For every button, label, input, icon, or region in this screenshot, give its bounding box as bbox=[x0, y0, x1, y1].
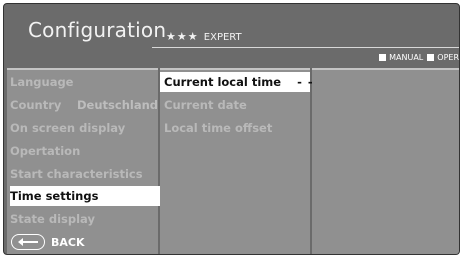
menu-item-label: Start characteristics bbox=[10, 167, 143, 181]
configuration-screen: Configuration ★★★ EXPERT MANUAL OPER Lan… bbox=[3, 3, 460, 255]
sub-menu-panel: Current local time - -:- - Current date … bbox=[160, 68, 335, 254]
back-label: BACK bbox=[51, 235, 85, 249]
menu-item-opertation[interactable]: Opertation bbox=[10, 141, 160, 161]
star-rating-icon: ★★★ bbox=[166, 30, 199, 43]
oper-square-icon bbox=[427, 53, 435, 61]
manual-label: MANUAL bbox=[389, 52, 424, 62]
user-level: ★★★ EXPERT bbox=[166, 30, 242, 43]
submenu-item-label: Current local time bbox=[164, 75, 282, 89]
menu-item-label: On screen display bbox=[10, 121, 126, 135]
menu-item-label: Opertation bbox=[10, 144, 81, 158]
submenu-item-current-local-time[interactable]: Current local time - -:- - bbox=[160, 72, 335, 92]
menu-item-language[interactable]: Language bbox=[10, 72, 160, 92]
menu-item-label: State display bbox=[10, 212, 95, 226]
menu-item-country[interactable]: Country Deutschland bbox=[10, 95, 160, 115]
menu-item-label: Time settings bbox=[10, 189, 99, 203]
main-menu-panel: Language Country Deutschland On screen d… bbox=[7, 68, 160, 254]
menu-item-on-screen-display[interactable]: On screen display bbox=[10, 118, 160, 138]
menu-item-start-characteristics[interactable]: Start characteristics bbox=[10, 164, 160, 184]
mode-bar: MANUAL OPER bbox=[375, 51, 459, 63]
menu-item-label: Language bbox=[10, 75, 74, 89]
manual-square-icon bbox=[379, 53, 387, 61]
menu-item-time-settings[interactable]: Time settings bbox=[10, 186, 160, 206]
oper-label: OPER bbox=[437, 52, 459, 62]
submenu-item-label: Local time offset bbox=[164, 121, 273, 135]
submenu-item-current-date[interactable]: Current date bbox=[160, 95, 310, 115]
submenu-item-local-time-offset[interactable]: Local time offset bbox=[160, 118, 310, 138]
page-title: Configuration bbox=[28, 18, 167, 42]
detail-panel bbox=[312, 68, 459, 254]
back-button[interactable]: BACK bbox=[11, 234, 85, 250]
menu-item-state-display[interactable]: State display bbox=[10, 209, 160, 229]
back-arrow-icon bbox=[11, 234, 45, 250]
user-level-label: EXPERT bbox=[203, 32, 242, 43]
menu-item-label: Country bbox=[10, 98, 62, 112]
country-value: Deutschland bbox=[77, 98, 158, 112]
title-divider bbox=[152, 47, 459, 48]
submenu-item-label: Current date bbox=[164, 98, 247, 112]
